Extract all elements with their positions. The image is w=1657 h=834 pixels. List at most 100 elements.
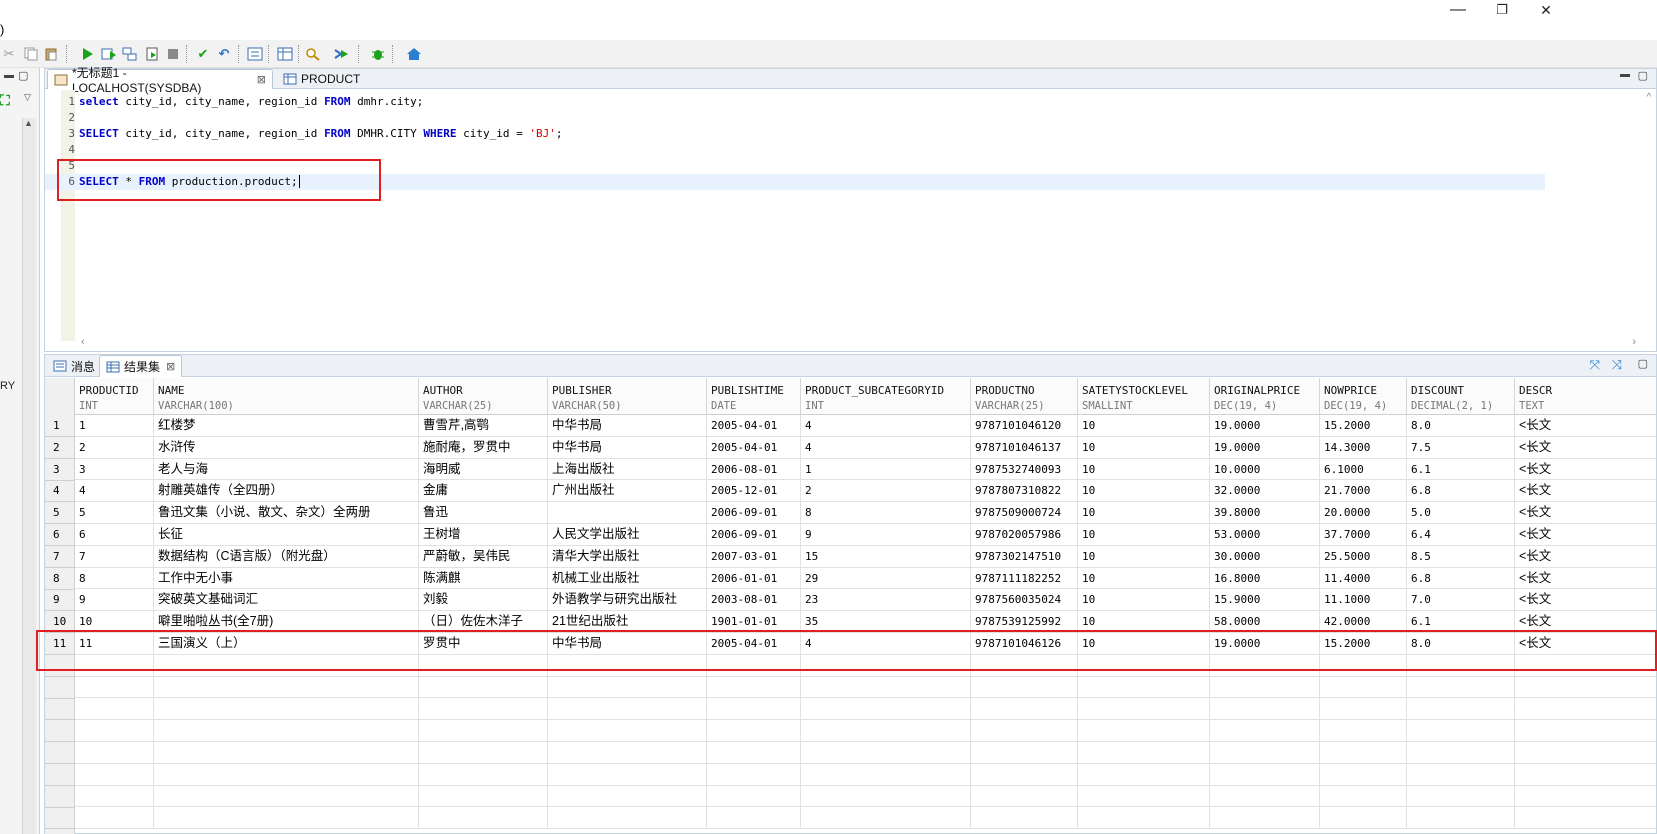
table-cell[interactable]: 6.1000 — [1320, 458, 1407, 481]
empty-cell[interactable] — [801, 763, 971, 786]
table-cell[interactable]: 39.8000 — [1210, 502, 1320, 524]
empty-cell[interactable] — [1407, 807, 1515, 830]
table-cell[interactable]: 8.0 — [1407, 415, 1515, 437]
table-cell[interactable]: 清华大学出版社 — [548, 545, 707, 568]
empty-cell[interactable] — [1210, 676, 1320, 699]
table-cell[interactable]: 9787302147510 — [971, 545, 1078, 568]
empty-cell[interactable] — [1210, 742, 1320, 764]
empty-cell[interactable] — [971, 807, 1078, 830]
empty-cell[interactable] — [1515, 698, 1656, 721]
empty-cell[interactable] — [1078, 720, 1210, 742]
table-cell[interactable]: 10 — [1078, 480, 1210, 503]
row-number[interactable]: 5 — [45, 502, 75, 525]
table-cell[interactable]: 5.0 — [1407, 502, 1515, 524]
empty-cell[interactable] — [75, 807, 154, 830]
empty-cell[interactable] — [1407, 763, 1515, 786]
table-cell[interactable]: 老人与海 — [154, 458, 419, 481]
table-cell[interactable]: 10 — [75, 611, 154, 633]
table-cell[interactable]: 35 — [801, 611, 971, 633]
paste-icon[interactable] — [42, 45, 60, 63]
code-line[interactable]: 6 SELECT * FROM production.product; — [45, 174, 1545, 190]
table-cell[interactable]: 4 — [801, 436, 971, 459]
rollback-icon[interactable]: ↶ — [215, 45, 233, 63]
table-cell[interactable]: 2006-08-01 — [707, 458, 801, 481]
table-cell[interactable]: <长文 — [1515, 633, 1656, 655]
empty-cell[interactable] — [1407, 698, 1515, 721]
empty-cell[interactable] — [1407, 654, 1515, 677]
table-cell[interactable]: 11.4000 — [1320, 567, 1407, 590]
empty-cell[interactable] — [419, 785, 548, 808]
row-number[interactable]: 6 — [45, 524, 75, 546]
empty-cell[interactable] — [971, 742, 1078, 764]
empty-cell[interactable] — [1078, 785, 1210, 808]
code-area[interactable]: 1 select city_id, city_name, region_id FR… — [45, 90, 1656, 348]
empty-cell[interactable] — [154, 676, 419, 699]
empty-cell[interactable] — [75, 720, 154, 742]
table-cell[interactable]: 7 — [75, 545, 154, 568]
empty-cell[interactable] — [419, 698, 548, 721]
empty-cell[interactable] — [707, 676, 801, 699]
table-cell[interactable]: 19.0000 — [1210, 633, 1320, 655]
table-cell[interactable]: 1 — [801, 458, 971, 481]
empty-cell[interactable] — [1407, 676, 1515, 699]
empty-cell[interactable] — [419, 807, 548, 830]
empty-cell[interactable] — [419, 720, 548, 742]
table-cell[interactable]: 10.0000 — [1210, 458, 1320, 481]
table-cell[interactable]: 中华书局 — [548, 436, 707, 459]
maximize-editor-icon[interactable]: ▢ — [1638, 69, 1648, 82]
column-header[interactable]: DISCOUNT DECIMAL(2, 1) — [1407, 378, 1515, 415]
empty-cell[interactable] — [419, 654, 548, 677]
navigator-scrollbar[interactable]: ▲ — [22, 118, 36, 834]
code-line[interactable]: 4 — [45, 142, 1545, 158]
empty-cell[interactable] — [971, 676, 1078, 699]
empty-cell[interactable] — [801, 742, 971, 764]
code-line[interactable]: 3 SELECT city_id, city_name, region_id FR… — [45, 126, 1545, 142]
table-cell[interactable]: 2 — [801, 480, 971, 503]
cut-icon[interactable]: ✂ — [0, 45, 18, 63]
row-number[interactable]: 10 — [45, 611, 75, 634]
scroll-up-icon[interactable]: ▲ — [24, 118, 33, 128]
empty-cell[interactable] — [154, 807, 419, 830]
empty-cell[interactable] — [971, 785, 1078, 808]
empty-cell[interactable] — [548, 654, 707, 677]
empty-cell[interactable] — [154, 742, 419, 764]
table-cell[interactable]: 人民文学出版社 — [548, 524, 707, 546]
empty-cell[interactable] — [801, 676, 971, 699]
empty-cell[interactable] — [548, 807, 707, 830]
code-line[interactable]: 5 — [45, 158, 1545, 174]
empty-cell[interactable] — [154, 720, 419, 742]
table-cell[interactable]: 42.0000 — [1320, 611, 1407, 633]
table-cell[interactable]: 9787020057986 — [971, 524, 1078, 546]
editor-scroll-up-icon[interactable]: ^ — [1642, 92, 1656, 103]
table-cell[interactable]: 23 — [801, 589, 971, 612]
empty-cell[interactable] — [707, 720, 801, 742]
table-cell[interactable]: 施耐庵，罗贯中 — [419, 436, 548, 459]
tab-untitled-query[interactable]: *无标题1 - LOCALHOST(SYSDBA) ⊠ — [47, 66, 273, 95]
table-cell[interactable]: 7.5 — [1407, 436, 1515, 459]
table-cell[interactable]: 6 — [75, 524, 154, 546]
empty-cell[interactable] — [1320, 785, 1407, 808]
table-cell[interactable]: 海明威 — [419, 458, 548, 481]
step-icon[interactable] — [332, 45, 350, 63]
row-number[interactable]: 3 — [45, 459, 75, 481]
empty-cell[interactable] — [1320, 742, 1407, 764]
table-cell[interactable]: 8.0 — [1407, 633, 1515, 655]
minimize-panel-icon[interactable]: ▬ — [4, 70, 14, 81]
table-cell[interactable]: <长文 — [1515, 415, 1656, 437]
row-number[interactable] — [45, 698, 75, 721]
run-script-icon[interactable] — [121, 45, 139, 63]
close-button[interactable]: ✕ — [1526, 0, 1566, 22]
table-cell[interactable]: 8 — [75, 567, 154, 590]
table-cell[interactable]: <长文 — [1515, 502, 1656, 524]
empty-cell[interactable] — [801, 807, 971, 830]
column-header[interactable]: PUBLISHTIME DATE — [707, 378, 801, 415]
empty-cell[interactable] — [1515, 807, 1656, 830]
table-cell[interactable]: 10 — [1078, 633, 1210, 655]
table-cell[interactable]: 严蔚敏，吴伟民 — [419, 545, 548, 568]
empty-cell[interactable] — [548, 785, 707, 808]
find-icon[interactable] — [304, 45, 322, 63]
table-cell[interactable]: 2005-04-01 — [707, 633, 801, 655]
row-number[interactable]: 8 — [45, 568, 75, 590]
table-cell[interactable]: 鲁迅文集（小说、散文、杂文）全两册 — [154, 502, 419, 524]
table-cell[interactable]: 11.1000 — [1320, 589, 1407, 612]
